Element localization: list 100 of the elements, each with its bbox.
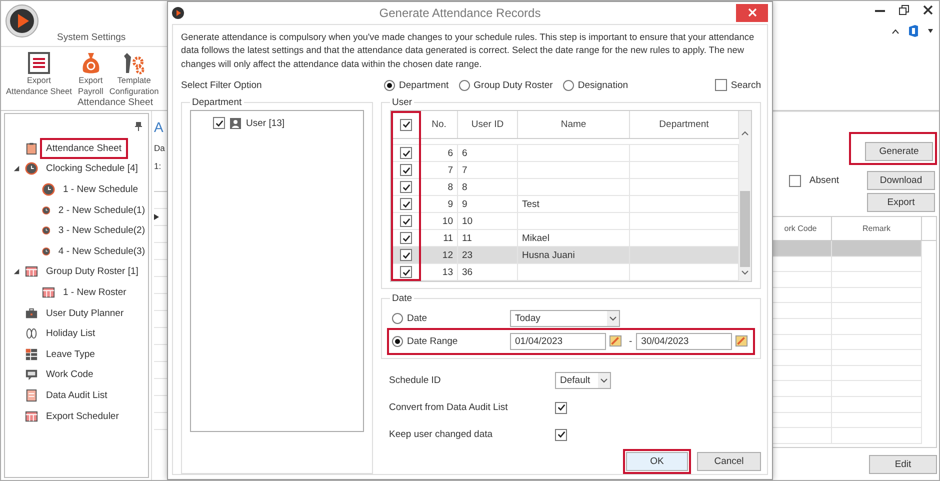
tree-item-label[interactable]: User [13] <box>246 118 285 128</box>
filter-label: Select Filter Option <box>181 80 263 90</box>
checkbox[interactable] <box>400 147 412 159</box>
spreadsheet-icon <box>26 51 51 75</box>
column-header[interactable]: Remark <box>832 217 922 240</box>
table-row[interactable]: 10 10 <box>391 213 739 230</box>
cancel-button[interactable]: Cancel <box>697 452 761 471</box>
ribbon-button[interactable]: Export Attendance Sheet <box>5 51 73 97</box>
table-cell: 11 <box>458 230 518 246</box>
tree-item[interactable]: User Duty Planner <box>5 302 148 324</box>
tree-item[interactable]: Clocking Schedule [4] <box>5 158 148 180</box>
sandals-icon <box>25 327 38 340</box>
tree-item[interactable]: 4 - New Schedule(3) <box>5 240 148 262</box>
collapse-icon[interactable] <box>892 28 899 34</box>
ribbon-button[interactable]: Export Payroll <box>76 51 104 97</box>
field-label: Da <box>154 143 165 153</box>
tree-item[interactable]: Export Scheduler <box>5 406 148 426</box>
table-row[interactable]: 6 6 <box>391 145 739 162</box>
clock-icon <box>42 182 55 196</box>
column-header[interactable]: User ID <box>458 111 518 138</box>
tree-item[interactable]: Work Code <box>5 364 148 386</box>
checkbox-label: Absent <box>809 175 839 186</box>
dropdown-caret-icon[interactable] <box>598 373 610 388</box>
grid-icon <box>25 348 38 361</box>
tree-item[interactable]: 2 - New Schedule(1) <box>5 200 148 220</box>
checkbox[interactable] <box>555 428 567 440</box>
tree-item[interactable]: 1 - New Schedule <box>5 179 148 200</box>
tree-item-label: 3 - New Schedule(2) <box>57 224 146 238</box>
checkbox[interactable] <box>400 232 412 244</box>
checkbox[interactable] <box>400 215 412 227</box>
table-cell: 8 <box>458 179 518 195</box>
ribbon-group-label: Attendance Sheet <box>77 97 153 108</box>
caret-icon[interactable] <box>928 29 933 33</box>
scrollbar[interactable] <box>739 111 751 281</box>
tree-item[interactable]: 1 - New Roster <box>5 282 148 303</box>
checkbox[interactable] <box>400 164 412 176</box>
checkbox[interactable] <box>400 181 412 193</box>
table-cell: 8 <box>421 179 458 195</box>
schedule-dropdown[interactable]: Default <box>555 372 611 389</box>
table-cell: 13 <box>421 264 458 280</box>
tree-item[interactable]: Holiday List <box>5 323 148 344</box>
download-button[interactable]: Download <box>867 171 935 190</box>
close-button[interactable] <box>736 4 768 22</box>
tree-item[interactable]: Leave Type <box>5 344 148 365</box>
tree-item-label: Data Audit List <box>45 388 108 403</box>
close-icon[interactable] <box>923 5 933 15</box>
expand-icon[interactable] <box>13 165 20 172</box>
tree-item[interactable]: Group Duty Roster [1] <box>5 262 148 282</box>
radio-option[interactable]: Date <box>392 313 428 324</box>
briefcase-icon <box>25 306 38 320</box>
checkbox[interactable] <box>400 198 412 210</box>
table-cell: 12 <box>421 247 458 263</box>
tree-item-label: Group Duty Roster [1] <box>45 265 140 280</box>
dropdown-caret-icon[interactable] <box>607 311 619 326</box>
group-title: User <box>391 97 414 108</box>
column-header[interactable]: Name <box>518 111 630 138</box>
ribbon-tab[interactable]: System Settings <box>57 32 126 43</box>
ok-button[interactable]: OK <box>626 452 688 471</box>
calendar-icon <box>25 410 38 423</box>
checkbox[interactable] <box>400 266 412 278</box>
tree-item-label: 4 - New Schedule(3) <box>57 244 146 259</box>
radio-option[interactable]: Date Range <box>392 336 458 347</box>
tree-item[interactable]: Attendance Sheet <box>5 138 148 159</box>
calendar-icon[interactable] <box>609 334 622 346</box>
checkbox[interactable] <box>555 402 567 414</box>
logo-icon[interactable] <box>5 4 39 38</box>
restore-icon[interactable] <box>899 5 909 15</box>
table-row[interactable]: 8 8 <box>391 179 739 196</box>
table-cell: 10 <box>458 213 518 229</box>
date-dropdown[interactable]: Today <box>510 310 620 327</box>
radio-option[interactable]: Group Duty Roster <box>458 80 553 90</box>
ribbon-button[interactable]: Template Configuration <box>108 51 160 97</box>
table-row[interactable]: 11 11 Mikael <box>391 230 739 247</box>
absent-checkbox[interactable] <box>789 174 802 186</box>
edit-button[interactable]: Edit <box>869 455 937 474</box>
radio-option[interactable]: Department <box>384 80 449 90</box>
calendar-icon[interactable] <box>735 334 748 346</box>
tree-item[interactable]: 3 - New Schedule(2) <box>5 220 148 241</box>
end-date-field[interactable]: 30/04/2023 <box>636 333 732 350</box>
pin-icon[interactable] <box>135 122 142 130</box>
checkbox[interactable] <box>400 249 412 261</box>
column-header[interactable]: No. <box>421 111 458 138</box>
export-button[interactable]: Export <box>867 193 935 212</box>
table-cell: 10 <box>421 213 458 229</box>
table-row[interactable]: 12 23 Husna Juani <box>391 247 739 264</box>
expand-icon[interactable] <box>13 268 20 276</box>
table-cell: Mikael <box>518 230 630 246</box>
generate-button[interactable]: Generate <box>865 142 933 161</box>
page-title: A <box>154 119 164 135</box>
tree-item[interactable]: Data Audit List <box>5 385 148 406</box>
field-value: 1: <box>154 161 162 171</box>
search-checkbox[interactable] <box>714 79 727 91</box>
close-icon <box>748 8 756 18</box>
checkbox[interactable] <box>213 117 225 129</box>
table-row[interactable]: 7 7 <box>391 162 739 179</box>
office-icon[interactable] <box>909 25 918 37</box>
radio-option[interactable]: Designation <box>562 80 628 90</box>
table-row[interactable]: 9 9 Test <box>391 196 739 213</box>
select-all-checkbox[interactable] <box>400 118 412 130</box>
start-date-field[interactable]: 01/04/2023 <box>510 333 606 350</box>
